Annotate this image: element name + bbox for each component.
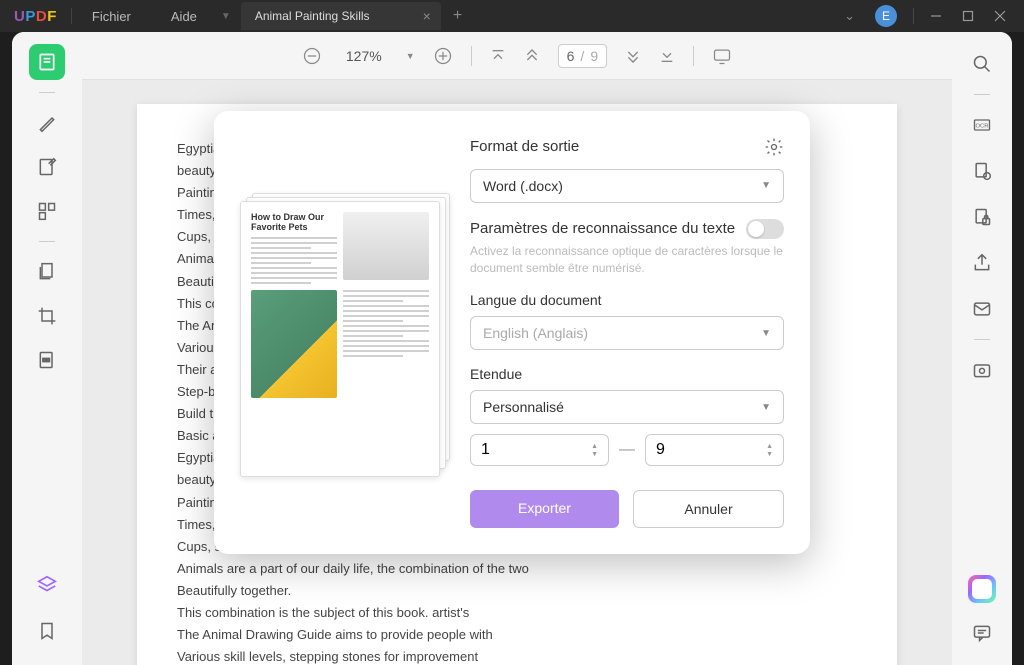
lang-select[interactable]: English (Anglais) ▼ — [470, 316, 784, 350]
cancel-button[interactable]: Annuler — [633, 490, 784, 528]
caret-down-icon: ▼ — [761, 180, 771, 191]
range-dash: — — [619, 441, 635, 459]
range-select[interactable]: Personnalisé ▼ — [470, 390, 784, 424]
caret-down-icon: ▼ — [761, 328, 771, 339]
modal-overlay: How to Draw Our Favorite Pets Format de … — [0, 0, 1024, 665]
gear-icon[interactable] — [764, 137, 784, 157]
format-label: Format de sortie — [470, 138, 579, 155]
lang-label: Langue du document — [470, 292, 784, 308]
export-button[interactable]: Exporter — [470, 490, 619, 528]
caret-down-icon: ▼ — [761, 402, 771, 413]
spinner-up-icon[interactable]: ▲ — [766, 443, 773, 450]
ocr-hint: Activez la reconnaissance optique de car… — [470, 243, 784, 277]
export-preview: How to Draw Our Favorite Pets — [240, 137, 446, 529]
export-modal: How to Draw Our Favorite Pets Format de … — [214, 111, 810, 555]
format-select[interactable]: Word (.docx) ▼ — [470, 169, 784, 203]
spinner-down-icon[interactable]: ▼ — [591, 451, 598, 458]
range-label: Etendue — [470, 366, 784, 382]
range-from-input[interactable]: 1 ▲▼ — [470, 434, 609, 466]
range-to-input[interactable]: 9 ▲▼ — [645, 434, 784, 466]
ocr-label: Paramètres de reconnaissance du texte — [470, 220, 735, 237]
ocr-toggle[interactable] — [746, 219, 784, 239]
spinner-down-icon[interactable]: ▼ — [766, 451, 773, 458]
spinner-up-icon[interactable]: ▲ — [591, 443, 598, 450]
export-form: Format de sortie Word (.docx) ▼ Paramètr… — [470, 137, 784, 529]
preview-title: How to Draw Our Favorite Pets — [251, 212, 337, 234]
